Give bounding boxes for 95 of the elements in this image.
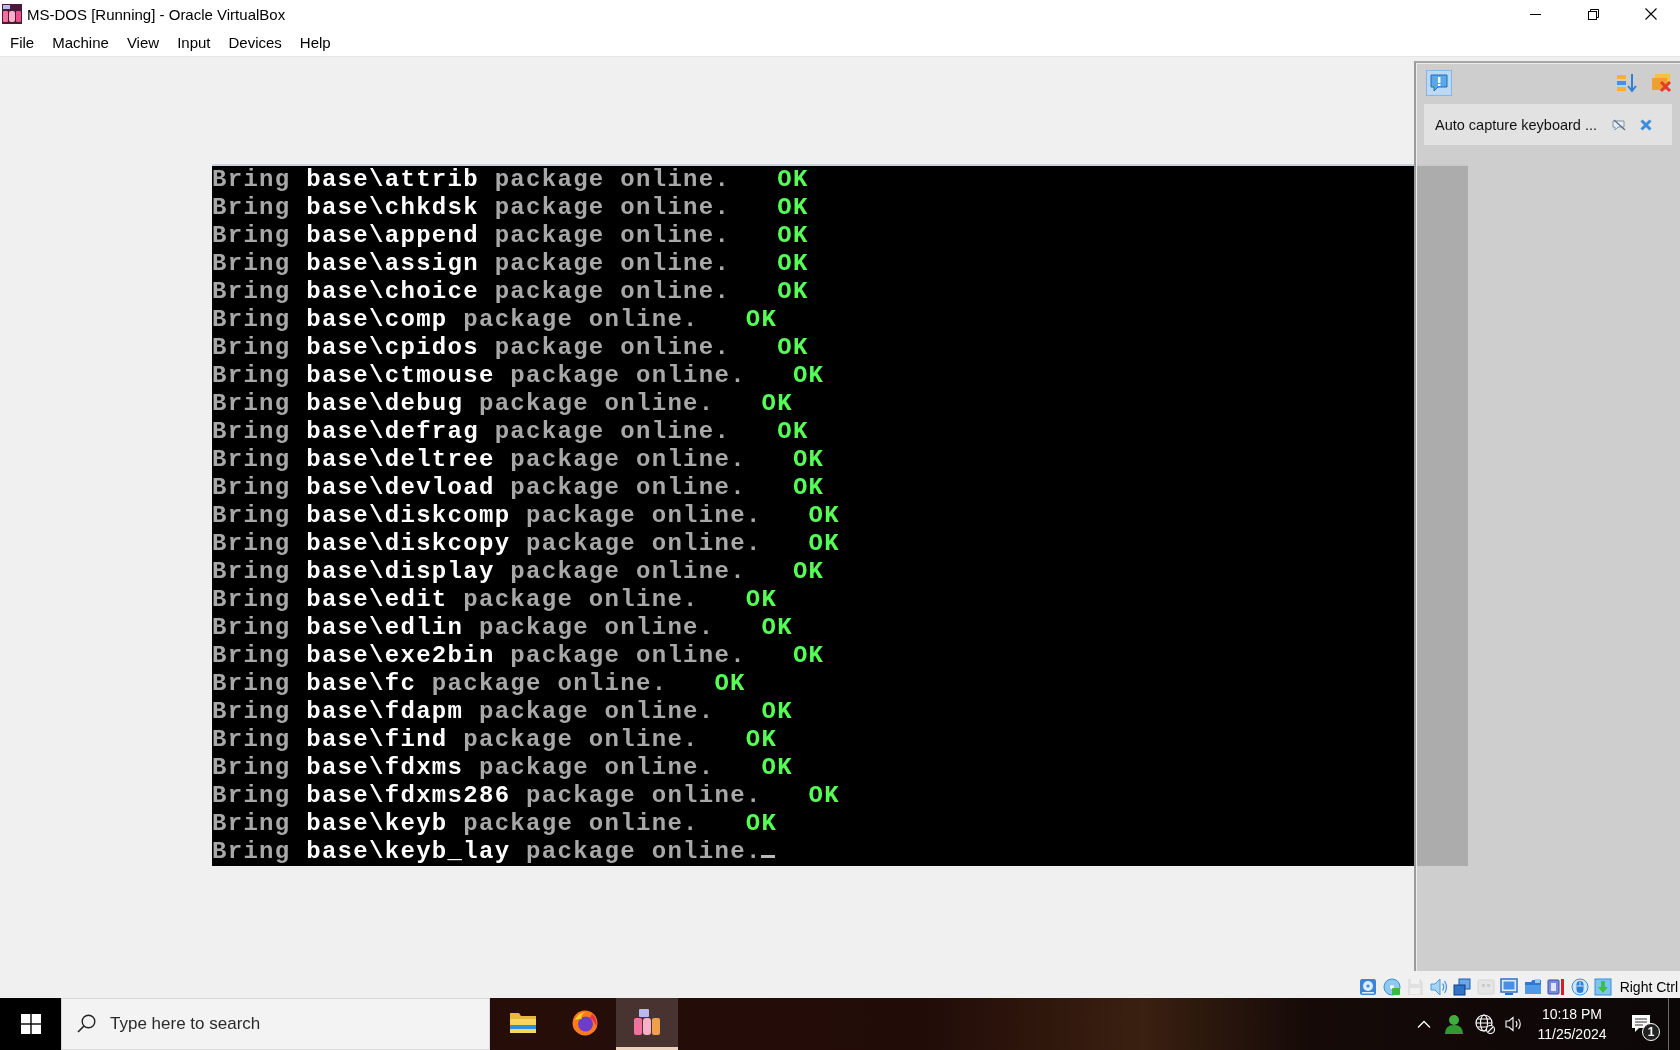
search-field[interactable]: Type here to search (61, 998, 490, 1050)
chip-icon[interactable] (1547, 977, 1566, 996)
do-not-show-button[interactable] (1612, 118, 1626, 131)
window-title: MS-DOS [Running] - Oracle VirtualBox (27, 5, 286, 23)
globe-icon (1474, 1014, 1495, 1034)
list-arrow-down-icon (1616, 73, 1638, 93)
status-text: OK (792, 362, 825, 390)
status-text: OK (777, 418, 809, 446)
arrow-down-icon[interactable] (1594, 977, 1613, 996)
status-text: OK (777, 334, 809, 362)
console-line: Bring base\assign package online. (212, 250, 731, 278)
search-icon (77, 1014, 96, 1033)
notification-count: 1 (1642, 1023, 1660, 1041)
status-text: OK (761, 614, 793, 642)
speaker-icon[interactable] (1429, 977, 1448, 996)
status-text: OK (745, 586, 778, 614)
console-line: Bring base\edlin package online. (212, 614, 715, 642)
mouse-icon[interactable] (1570, 977, 1589, 996)
menu-item[interactable]: Devices (219, 28, 291, 56)
status-text: OK (808, 502, 840, 530)
notification-toggle-button[interactable] (1426, 70, 1452, 96)
console-line: Bring base\cpidos package online. (212, 334, 731, 362)
monitor-icon[interactable] (1500, 977, 1519, 996)
console-line: Bring base\fdxms package online. (212, 754, 715, 782)
menu-item[interactable]: View (117, 28, 169, 56)
status-text: OK (777, 250, 809, 278)
menu-item[interactable]: Help (290, 28, 340, 56)
status-text: OK (761, 754, 793, 782)
taskbar-button[interactable] (616, 998, 678, 1050)
app-logo-icon (2, 4, 22, 24)
folder-icon (509, 1010, 537, 1035)
status-text: OK (777, 278, 809, 306)
console-line: Bring base\diskcopy package online. (212, 530, 762, 558)
status-text: OK (808, 782, 840, 810)
action-center-button[interactable]: 1 (1616, 998, 1666, 1050)
status-text: OK (777, 194, 809, 222)
console-line: Bring base\display package online. (212, 558, 746, 586)
folder-icon[interactable] (1523, 977, 1542, 996)
restore-icon (1587, 8, 1599, 20)
network-icon[interactable] (1453, 977, 1472, 996)
alert-bubble-icon (1429, 73, 1449, 93)
close-icon (1640, 118, 1652, 131)
console-line: Bring base\comp package online. (212, 306, 699, 334)
clock-button[interactable]: 10:18 PM 11/25/2024 (1528, 998, 1616, 1050)
close-message-button[interactable] (1640, 118, 1652, 131)
console-line: Bring base\ctmouse package online. (212, 362, 746, 390)
sort-button[interactable] (1616, 73, 1638, 93)
menu-item[interactable]: Machine (43, 28, 118, 56)
console-line: Bring base\attrib package online. (212, 166, 731, 194)
menu-item[interactable]: Input (168, 28, 220, 56)
menu-item[interactable]: File (1, 28, 44, 56)
flame-globe-icon (572, 1009, 598, 1036)
console-line: Bring base\fdxms286 package online. (212, 782, 762, 810)
message-text: Auto capture keyboard ... (1435, 116, 1598, 133)
app-logo-icon (633, 1008, 661, 1037)
person-icon (1445, 1014, 1463, 1034)
minimize-icon (1529, 13, 1541, 15)
console-line: Bring base\keyb package online. (212, 810, 699, 838)
status-text: OK (792, 558, 825, 586)
console-line: Bring base\edit package online. (212, 586, 699, 614)
status-text: OK (777, 222, 809, 250)
host-key-label: Right Ctrl (1619, 978, 1678, 995)
status-text: OK (745, 306, 778, 334)
bubble-slash-icon (1612, 118, 1626, 131)
stacked-cards-close-icon (1650, 73, 1672, 93)
status-text: OK (745, 810, 778, 838)
console-line: Bring base\append package online. (212, 222, 731, 250)
speaker-icon (1505, 1016, 1523, 1032)
console-line: Bring base\fdapm package online. (212, 698, 715, 726)
status-text: OK (808, 530, 840, 558)
console-line: Bring base\keyb_lay package online. (212, 838, 762, 866)
status-text: OK (761, 698, 793, 726)
status-text: OK (714, 670, 746, 698)
console-line: Bring base\chkdsk package online. (212, 194, 731, 222)
status-text: OK (792, 446, 825, 474)
console-line: Bring base\defrag package online. (212, 418, 731, 446)
close-icon (1645, 8, 1657, 20)
console-line: Bring base\find package online. (212, 726, 699, 754)
console-line: Bring base\fc package online. (212, 670, 668, 698)
status-text: OK (792, 642, 825, 670)
chevron-up-icon (1417, 1020, 1431, 1028)
start-button[interactable] (0, 998, 61, 1050)
status-text: OK (792, 474, 825, 502)
console-line: Bring base\diskcomp package online. (212, 502, 762, 530)
status-text: OK (745, 726, 778, 754)
windows-logo-icon (20, 1014, 41, 1034)
console-line: Bring base\choice package online. (212, 278, 731, 306)
console-line: Bring base\devload package online. (212, 474, 746, 502)
status-text: OK (761, 390, 793, 418)
console-line: Bring base\deltree package online. (212, 446, 746, 474)
disc-icon[interactable] (1382, 977, 1401, 996)
dismiss-all-button[interactable] (1650, 73, 1672, 93)
console-line: Bring base\exe2bin package online. (212, 642, 746, 670)
status-text: OK (777, 166, 809, 194)
console-line: Bring base\debug package online. (212, 390, 715, 418)
